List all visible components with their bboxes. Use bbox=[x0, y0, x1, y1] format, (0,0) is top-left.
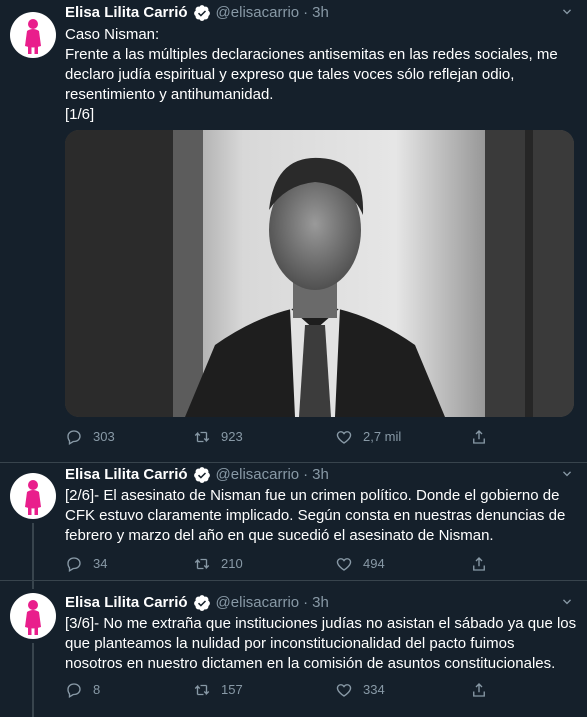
verified-badge-icon bbox=[193, 595, 210, 611]
share-icon bbox=[473, 557, 485, 571]
retweet-icon bbox=[194, 558, 210, 570]
like-button[interactable]: 494 bbox=[335, 554, 385, 574]
tweet-photo[interactable] bbox=[65, 130, 574, 417]
retweet-icon bbox=[194, 431, 210, 443]
reply-icon bbox=[67, 430, 81, 445]
reply-icon bbox=[67, 557, 81, 572]
thread-connector bbox=[32, 523, 34, 581]
tweet-time[interactable]: 3h bbox=[312, 464, 329, 486]
verified-badge-icon bbox=[193, 467, 210, 483]
chevron-down-icon[interactable] bbox=[559, 466, 575, 482]
reply-button[interactable]: 8 bbox=[65, 680, 100, 700]
avatar[interactable] bbox=[10, 593, 56, 639]
reply-count: 8 bbox=[93, 682, 101, 697]
tweet[interactable]: Elisa Lilita Carrió @elisacarrio · 3h Ca… bbox=[0, 0, 587, 463]
verified-badge-icon bbox=[193, 5, 210, 21]
tweet-text-line: Frente a las múltiples declaraciones ant… bbox=[65, 46, 558, 63]
separator-dot: · bbox=[303, 466, 309, 483]
share-button[interactable] bbox=[470, 554, 498, 574]
tweet-text-line: declaro judía espiritual y expreso que t… bbox=[65, 66, 515, 83]
tweet-text-line: [2/6]- El asesinato de Nisman fue un cri… bbox=[65, 487, 560, 504]
tweet-text-line: resentimiento y antihumanidad. bbox=[65, 86, 274, 103]
tweet-text: Caso Nisman: Frente a las múltiples decl… bbox=[65, 25, 573, 125]
avatar[interactable] bbox=[10, 473, 56, 519]
reply-count: 34 bbox=[93, 556, 108, 571]
retweet-count: 157 bbox=[221, 682, 243, 697]
tweet-text-line: febrero y marzo del año en que sucedió e… bbox=[65, 527, 494, 544]
heart-icon bbox=[336, 431, 352, 444]
retweet-count: 923 bbox=[221, 429, 243, 444]
reply-icon bbox=[67, 683, 81, 698]
tweet-actions: 34 210 494 bbox=[65, 554, 587, 574]
separator-dot: · bbox=[303, 594, 309, 611]
avatar-figure-icon bbox=[25, 480, 41, 515]
tweet-text-line: que planteamos la nulidad por inconstitu… bbox=[65, 635, 515, 652]
tweet-header: Elisa Lilita Carrió @elisacarrio · 3h bbox=[65, 464, 575, 486]
avatar-figure-icon bbox=[25, 19, 41, 54]
like-count: 494 bbox=[363, 556, 385, 571]
tweet-actions: 303 923 2,7 mil bbox=[65, 427, 587, 447]
tweet-text-line: CFK estuvo claramente implicado. Según c… bbox=[65, 507, 566, 524]
share-button[interactable] bbox=[470, 680, 498, 700]
tweet-actions: 8 157 334 bbox=[65, 680, 587, 700]
author-name[interactable]: Elisa Lilita Carrió bbox=[65, 2, 188, 24]
author-handle[interactable]: @elisacarrio bbox=[216, 592, 300, 614]
author-handle[interactable]: @elisacarrio bbox=[216, 464, 300, 486]
tweet[interactable]: Elisa Lilita Carrió @elisacarrio · 3h [2… bbox=[0, 463, 587, 581]
avatar-figure-icon bbox=[25, 600, 41, 635]
reply-count: 303 bbox=[93, 429, 115, 444]
share-icon bbox=[473, 430, 485, 444]
author-name[interactable]: Elisa Lilita Carrió bbox=[65, 592, 188, 614]
portrait-photo-icon bbox=[65, 130, 574, 417]
avatar[interactable] bbox=[10, 12, 56, 58]
separator-dot: · bbox=[303, 4, 309, 21]
heart-icon bbox=[336, 558, 352, 571]
retweet-button[interactable]: 210 bbox=[193, 554, 243, 574]
retweet-icon bbox=[194, 684, 210, 696]
tweet-text: [2/6]- El asesinato de Nisman fue un cri… bbox=[65, 486, 573, 546]
thread-connector bbox=[32, 643, 34, 717]
chevron-down-icon[interactable] bbox=[559, 594, 575, 610]
tweet-time[interactable]: 3h bbox=[312, 2, 329, 24]
heart-icon bbox=[336, 684, 352, 697]
share-icon bbox=[473, 683, 485, 697]
like-button[interactable]: 334 bbox=[335, 680, 385, 700]
chevron-down-icon[interactable] bbox=[559, 4, 575, 20]
tweet-header: Elisa Lilita Carrió @elisacarrio · 3h bbox=[65, 592, 575, 614]
like-count: 2,7 mil bbox=[363, 429, 402, 444]
tweet-text-line: Caso Nisman: bbox=[65, 26, 160, 43]
tweet-time[interactable]: 3h bbox=[312, 592, 329, 614]
retweet-count: 210 bbox=[221, 556, 243, 571]
tweet-text-line: nosotros en nuestro dictamen en la comis… bbox=[65, 655, 556, 672]
reply-button[interactable]: 34 bbox=[65, 554, 107, 574]
share-button[interactable] bbox=[470, 427, 498, 447]
tweet-header: Elisa Lilita Carrió @elisacarrio · 3h bbox=[65, 2, 575, 24]
author-handle[interactable]: @elisacarrio bbox=[216, 2, 300, 24]
tweet[interactable]: Elisa Lilita Carrió @elisacarrio · 3h [3… bbox=[0, 581, 587, 717]
author-name[interactable]: Elisa Lilita Carrió bbox=[65, 464, 188, 486]
tweet-text-line: [1/6] bbox=[65, 106, 95, 123]
like-button[interactable]: 2,7 mil bbox=[335, 427, 401, 447]
tweet-text: [3/6]- No me extraña que instituciones j… bbox=[65, 614, 577, 674]
reply-button[interactable]: 303 bbox=[65, 427, 115, 447]
like-count: 334 bbox=[363, 682, 385, 697]
tweet-text-line: [3/6]- No me extraña que instituciones j… bbox=[65, 615, 577, 632]
retweet-button[interactable]: 923 bbox=[193, 427, 243, 447]
thread-connector bbox=[32, 581, 34, 589]
retweet-button[interactable]: 157 bbox=[193, 680, 243, 700]
